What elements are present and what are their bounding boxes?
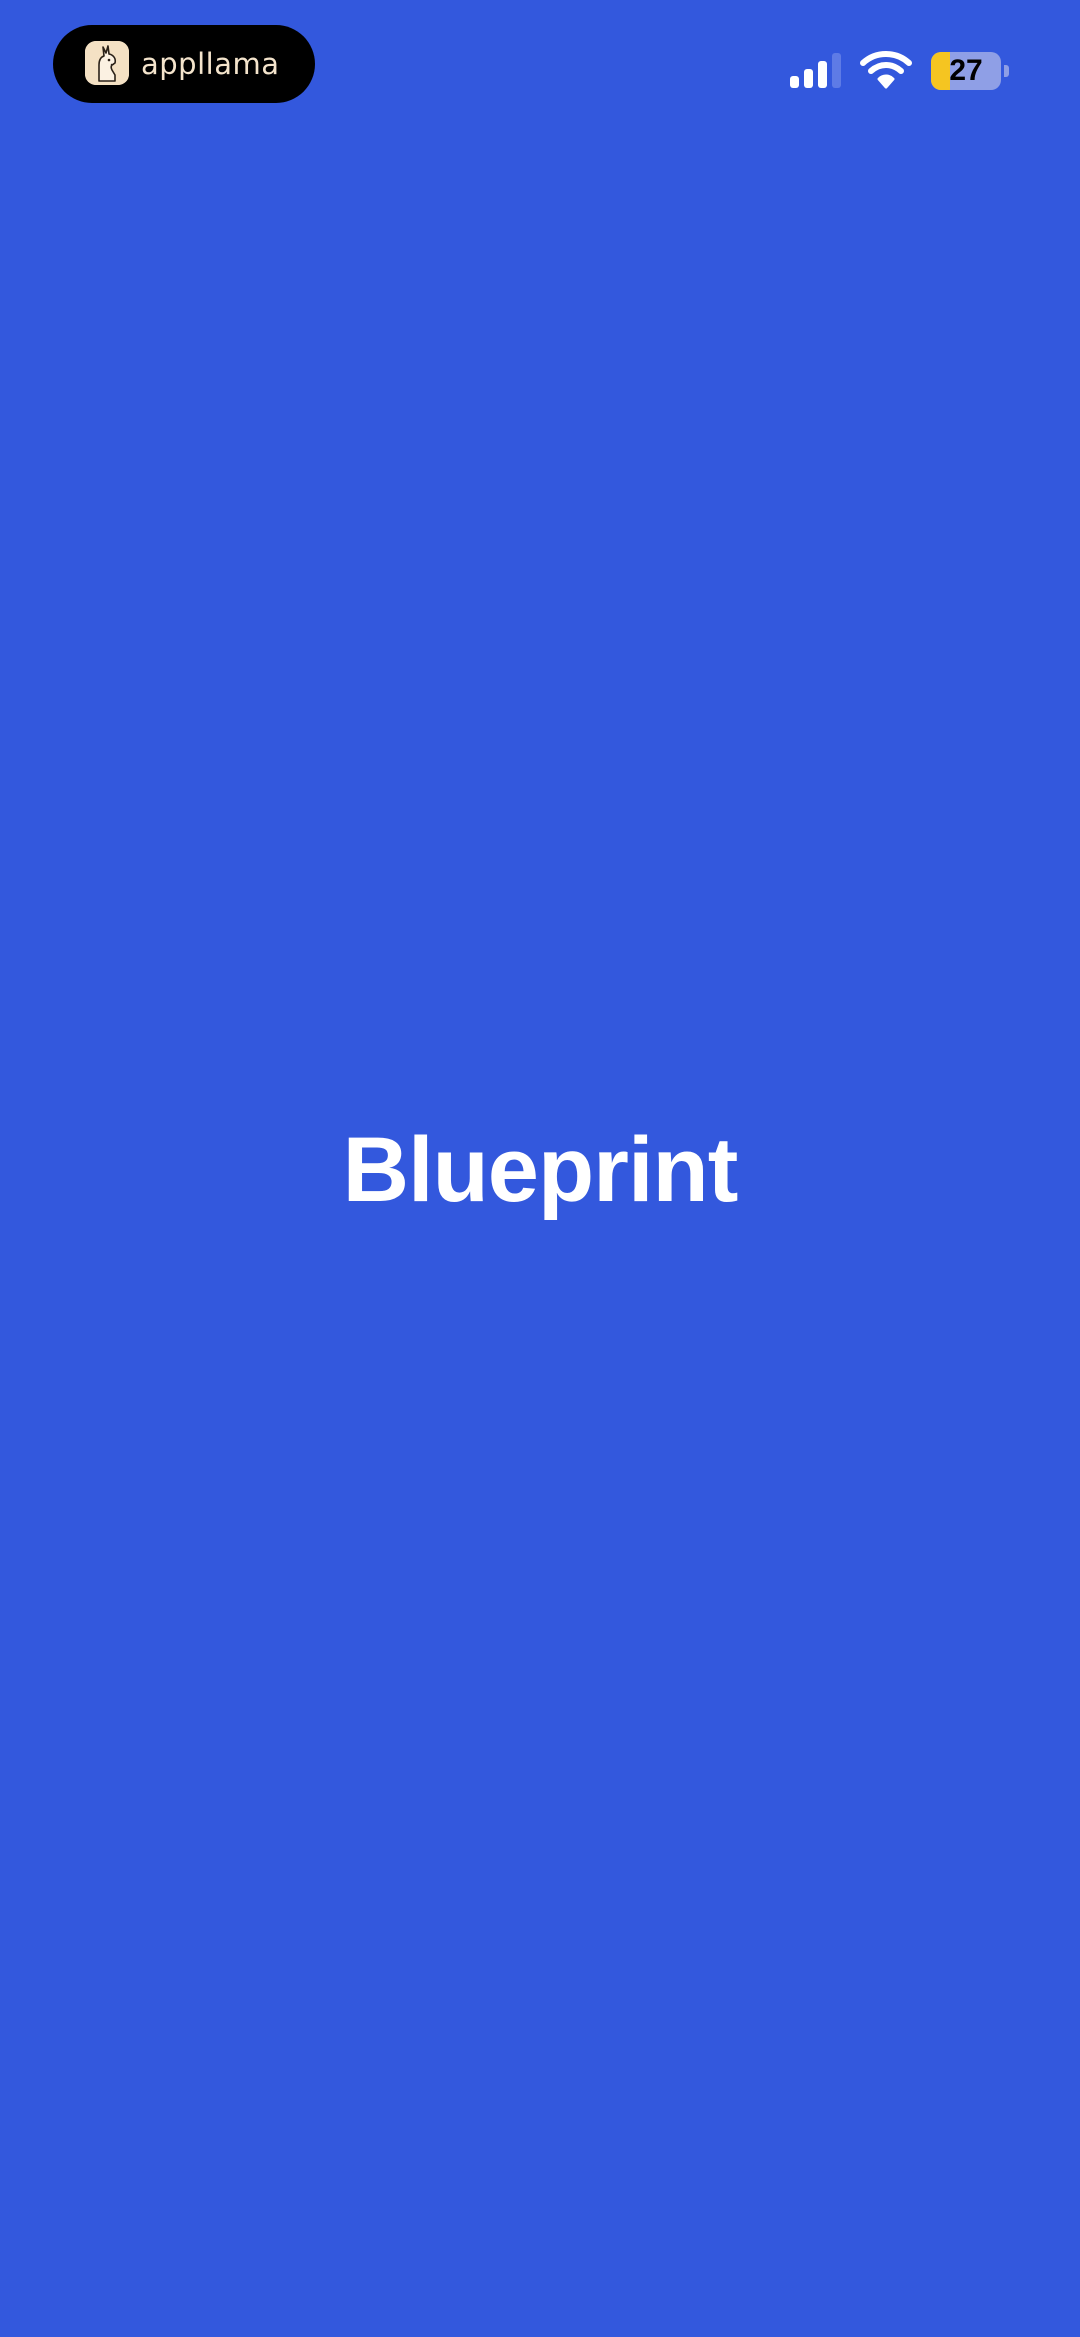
wifi-icon	[860, 50, 912, 90]
llama-icon	[85, 41, 129, 85]
splash-screen: appllama 27 Blueprint	[0, 0, 1080, 2337]
cellular-signal-icon	[789, 52, 845, 90]
status-bar: appllama 27	[0, 0, 1080, 140]
battery-level: 27	[949, 54, 983, 87]
battery-icon: 27	[931, 52, 1011, 90]
island-app-label: appllama	[141, 47, 280, 81]
battery-body: 27	[931, 52, 1001, 90]
battery-cap	[1004, 65, 1009, 77]
app-title: Blueprint	[342, 1119, 739, 1221]
dynamic-island[interactable]: appllama	[53, 25, 315, 103]
